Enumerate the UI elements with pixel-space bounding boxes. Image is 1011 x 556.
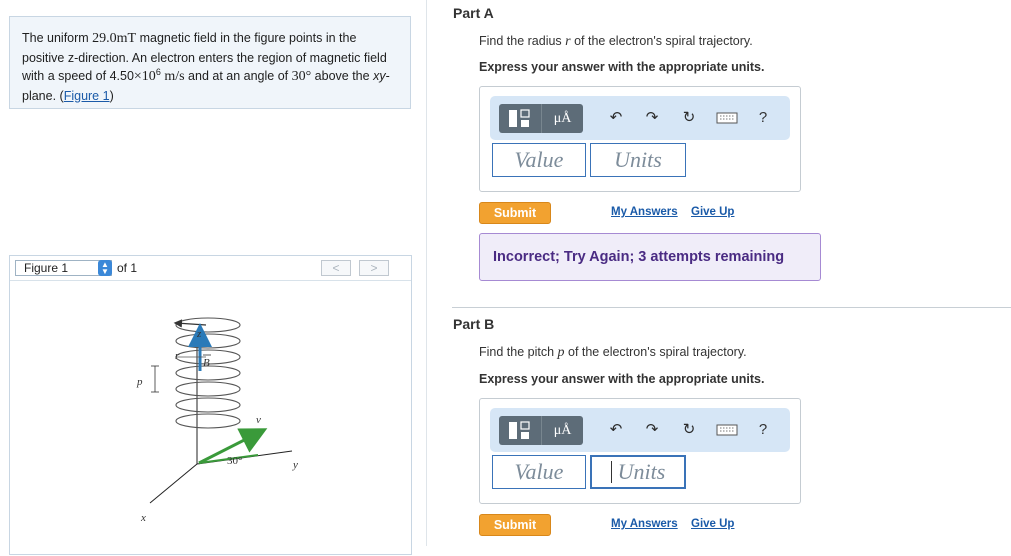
question-text: Find the pitch bbox=[479, 345, 558, 359]
problem-statement: The uniform 29.0mT magnetic field in the… bbox=[9, 16, 411, 109]
question-text: of the electron's spiral trajectory. bbox=[570, 34, 753, 48]
units-placeholder: Units bbox=[617, 459, 666, 484]
units-template-button[interactable]: μÅ bbox=[541, 416, 583, 445]
feedback-message: Incorrect; Try Again; 3 attempts remaini… bbox=[479, 233, 821, 281]
figure-select[interactable]: Figure 1 ▲ ▼ bbox=[15, 260, 112, 276]
part-b-answer-panel: μÅ ↶ ↷ ↻ ? Value Units bbox=[479, 398, 801, 504]
problem-text: ) bbox=[109, 88, 114, 103]
figure-header: Figure 1 ▲ ▼ of 1 < > bbox=[10, 256, 411, 281]
question-variable: p bbox=[557, 345, 565, 360]
angle-value: 30° bbox=[291, 69, 312, 84]
units-input[interactable]: Units bbox=[590, 143, 686, 177]
x-label: x bbox=[140, 512, 146, 524]
column-divider bbox=[426, 0, 427, 546]
helix-figure: z B r p v 30° y x bbox=[136, 317, 298, 524]
speed-times: ×10 bbox=[133, 69, 156, 84]
part-b-question: Find the pitch p of the electron's spira… bbox=[479, 345, 747, 361]
undo-icon[interactable]: ↶ bbox=[605, 104, 627, 132]
part-b-instruction: Express your answer with the appropriate… bbox=[479, 372, 765, 386]
units-input[interactable]: Units bbox=[590, 455, 686, 489]
trajectory-arrow bbox=[173, 319, 207, 328]
template-buttons: μÅ bbox=[499, 416, 583, 445]
problem-text: The uniform bbox=[22, 31, 93, 45]
y-label: y bbox=[292, 459, 298, 471]
problem-text: above the bbox=[311, 69, 374, 83]
fraction-template-icon bbox=[509, 109, 530, 127]
part-divider bbox=[452, 307, 1011, 308]
redo-icon[interactable]: ↷ bbox=[641, 416, 663, 444]
field-unit: mT bbox=[116, 31, 137, 46]
reset-icon[interactable]: ↻ bbox=[678, 104, 700, 132]
v-label: v bbox=[256, 414, 261, 426]
math-toolbar: μÅ ↶ ↷ ↻ ? bbox=[490, 408, 790, 452]
units-template-button[interactable]: μÅ bbox=[541, 104, 583, 133]
part-b-my-answers-link[interactable]: My Answers bbox=[611, 518, 678, 530]
problem-text: and at an angle of bbox=[184, 69, 292, 83]
part-a-question: Find the radius r of the electron's spir… bbox=[479, 34, 753, 50]
part-a-title: Part A bbox=[453, 5, 494, 21]
reset-icon[interactable]: ↻ bbox=[678, 416, 700, 444]
template-buttons: μÅ bbox=[499, 104, 583, 133]
figure-panel: Figure 1 ▲ ▼ of 1 < > z B r p v 30° y x bbox=[9, 255, 412, 555]
keyboard-icon[interactable] bbox=[716, 104, 738, 132]
value-input[interactable]: Value bbox=[492, 455, 586, 489]
fraction-template-icon bbox=[509, 421, 530, 439]
p-label: p bbox=[136, 376, 143, 388]
figure-link[interactable]: Figure 1 bbox=[64, 89, 110, 103]
figure-count: of 1 bbox=[117, 261, 138, 275]
question-text: of the electron's spiral trajectory. bbox=[564, 345, 747, 359]
field-value: 29.0 bbox=[92, 31, 117, 46]
redo-icon[interactable]: ↷ bbox=[641, 104, 663, 132]
part-b-submit-button[interactable]: Submit bbox=[479, 514, 551, 536]
value-input[interactable]: Value bbox=[492, 143, 586, 177]
angle-label: 30° bbox=[227, 455, 242, 467]
part-b-title: Part B bbox=[453, 316, 495, 332]
speed-coefficient: 4.50 bbox=[109, 69, 134, 83]
fraction-template-button[interactable] bbox=[499, 416, 541, 445]
speed-unit: m/s bbox=[160, 69, 185, 84]
plane-name: xy bbox=[373, 69, 386, 83]
keyboard-icon[interactable] bbox=[716, 416, 738, 444]
text-caret bbox=[610, 460, 612, 483]
question-text: Find the radius bbox=[479, 34, 566, 48]
part-a-answer-panel: μÅ ↶ ↷ ↻ ? Value Units bbox=[479, 86, 801, 192]
help-icon[interactable]: ? bbox=[752, 416, 774, 444]
part-a-give-up-link[interactable]: Give Up bbox=[691, 206, 734, 218]
next-figure-button[interactable]: > bbox=[359, 260, 389, 276]
figure-select-value: Figure 1 bbox=[24, 261, 69, 275]
undo-icon[interactable]: ↶ bbox=[605, 416, 627, 444]
prev-figure-button[interactable]: < bbox=[321, 260, 351, 276]
help-icon[interactable]: ? bbox=[752, 104, 774, 132]
part-a-submit-button[interactable]: Submit bbox=[479, 202, 551, 224]
z-label: z bbox=[196, 328, 202, 340]
helix-trajectory bbox=[175, 317, 241, 429]
part-a-instruction: Express your answer with the appropriate… bbox=[479, 60, 765, 74]
x-axis bbox=[149, 463, 198, 504]
part-a-my-answers-link[interactable]: My Answers bbox=[611, 206, 678, 218]
math-toolbar: μÅ ↶ ↷ ↻ ? bbox=[490, 96, 790, 140]
fraction-template-button[interactable] bbox=[499, 104, 541, 133]
select-arrows-icon: ▲ ▼ bbox=[98, 260, 112, 276]
r-label: r bbox=[175, 350, 180, 362]
part-b-give-up-link[interactable]: Give Up bbox=[691, 518, 734, 530]
b-label: B bbox=[203, 357, 210, 369]
